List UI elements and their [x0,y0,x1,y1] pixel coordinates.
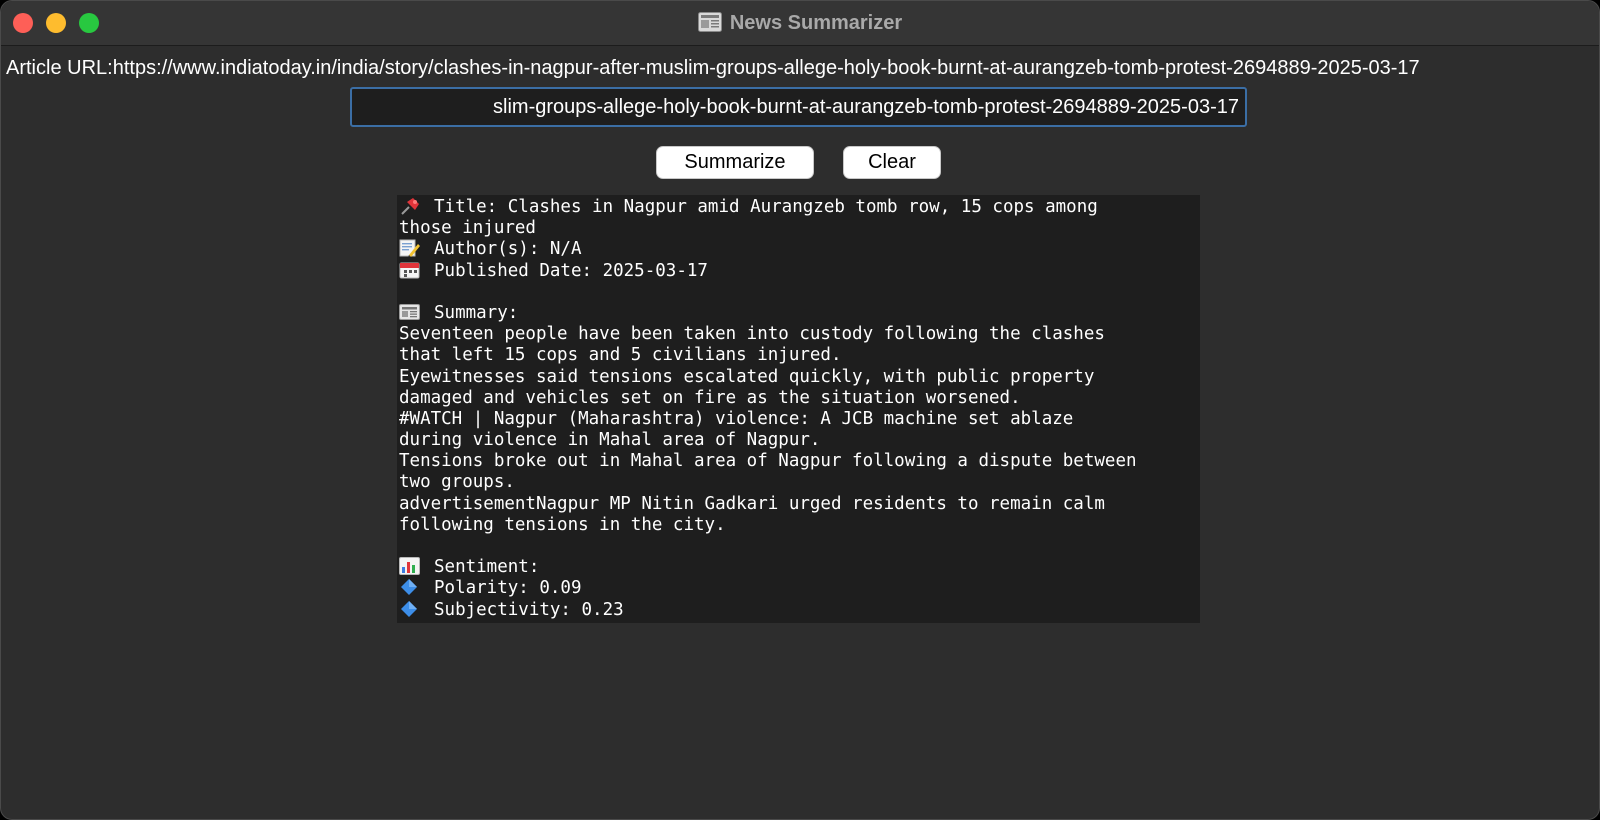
summary-line: during violence in Mahal area of Nagpur. [399,430,821,451]
sentiment-heading-text: Sentiment: [434,557,540,578]
blue-diamond-icon [399,600,420,618]
date-text: Published Date: 2025-03-17 [434,260,708,281]
url-input-container [350,87,1247,127]
author-text: Author(s): N/A [434,239,582,260]
summary-line: following tensions in the city. [399,514,726,535]
summary-line: that left 15 cops and 5 civilians injure… [399,345,842,366]
summary-line: Eyewitnesses said tensions escalated qui… [399,366,1095,387]
window-title: News Summarizer [1,1,1599,45]
title-line: Title: Clashes in Nagpur amid Aurangzeb … [399,197,1198,218]
summary-heading-line: Summary: [399,303,1198,324]
summarize-button[interactable]: Summarize [656,146,814,179]
author-line: Author(s): N/A [399,239,1198,260]
url-row: Article URL:https://www.indiatoday.in/in… [6,53,1599,83]
date-line: Published Date: 2025-03-17 [399,261,1198,282]
summary-line: damaged and vehicles set on fire as the … [399,387,1021,408]
subjectivity-text: Subjectivity: 0.23 [434,599,624,620]
bar-chart-icon [399,557,420,576]
summary-output-text[interactable]: Title: Clashes in Nagpur amid Aurangzeb … [397,195,1200,623]
polarity-text: Polarity: 0.09 [434,578,582,599]
newspaper-icon [399,303,420,321]
url-input[interactable] [352,89,1245,125]
summary-line: #WATCH | Nagpur (Maharashtra) violence: … [399,408,1074,429]
polarity-line: Polarity: 0.09 [399,578,1198,599]
pushpin-icon [399,197,420,215]
title-text: Title: Clashes in Nagpur amid Aurangzeb … [434,197,1098,217]
newspaper-icon [697,4,722,32]
summary-line: Seventeen people have been taken into cu… [399,324,1105,345]
memo-icon [399,239,420,258]
subjectivity-line: Subjectivity: 0.23 [399,600,1198,621]
url-label: Article URL: [6,57,113,79]
summary-line: two groups. [399,472,515,493]
summary-line: advertisementNagpur MP Nitin Gadkari urg… [399,493,1105,514]
app-window: News Summarizer Article URL:https://www.… [0,0,1600,820]
summary-line: Tensions broke out in Mahal area of Nagp… [399,451,1137,472]
window-title-text: News Summarizer [729,12,903,34]
sentiment-heading-line: Sentiment: [399,557,1198,578]
clear-button[interactable]: Clear [843,146,941,179]
summary-heading-text: Summary: [434,302,519,323]
title-continuation-line: those injured [399,218,536,239]
calendar-icon [399,261,420,279]
title-bar: News Summarizer [1,1,1599,46]
blue-diamond-icon [399,578,420,596]
url-echo-text: https://www.indiatoday.in/india/story/cl… [112,57,1420,79]
